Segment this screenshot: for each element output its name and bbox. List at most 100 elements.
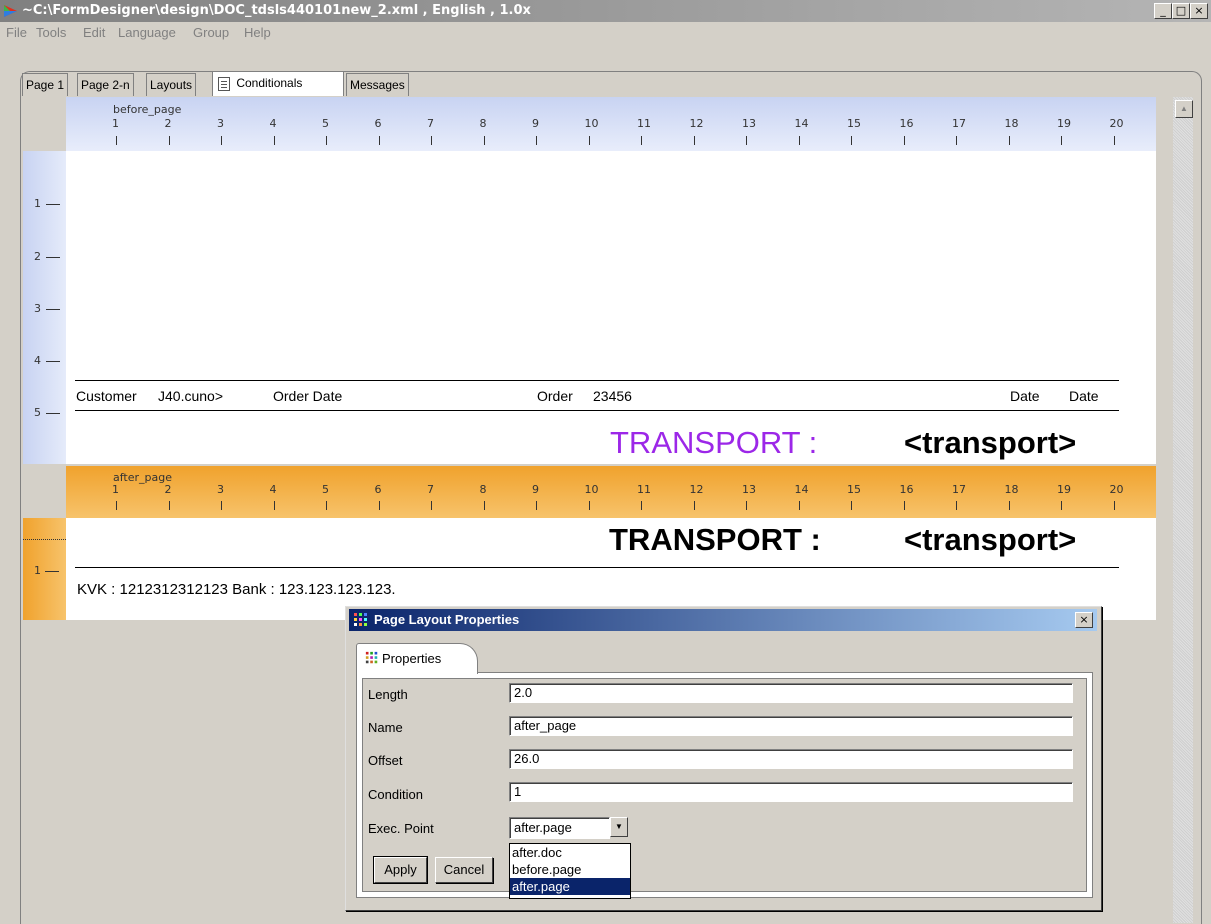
name-input[interactable]: after_page — [509, 716, 1073, 736]
properties-grid-icon — [365, 651, 378, 664]
document-icon — [218, 76, 230, 91]
menu-language[interactable]: Language — [118, 25, 176, 40]
offset-input[interactable]: 26.0 — [509, 749, 1073, 769]
tab-conditionals[interactable]: Conditionals — [212, 71, 344, 96]
field-order-no[interactable]: 23456 — [593, 388, 632, 404]
field-transport-2[interactable]: <transport> — [904, 522, 1076, 558]
length-input[interactable]: 2.0 — [509, 683, 1073, 703]
layout-before-page[interactable]: Customer J40.cuno> Order Date Order 2345… — [66, 151, 1156, 464]
ruler-tick-label: 3 — [217, 117, 224, 130]
ruler-tick-label: 2 — [164, 117, 172, 130]
menu-tools[interactable]: Tools — [36, 25, 66, 40]
ruler-tick-mark — [851, 136, 852, 145]
menu-file[interactable]: File — [6, 25, 27, 40]
cancel-button[interactable]: Cancel — [435, 857, 493, 883]
ruler-tick-label: 11 — [637, 117, 651, 130]
ruler-tick-label: 19 — [1057, 483, 1071, 496]
ruler-tick-label: 5 — [322, 483, 329, 496]
tab-page-2-n[interactable]: Page 2-n — [77, 73, 134, 96]
ruler-tick-mark — [746, 136, 747, 145]
ruler-tick-mark — [221, 501, 222, 510]
maximize-button[interactable]: □ — [1172, 3, 1190, 19]
scroll-up-icon[interactable]: ▲ — [1175, 100, 1193, 118]
chevron-down-icon[interactable]: ▼ — [610, 817, 628, 837]
label-name: Name — [368, 720, 403, 735]
ruler-tick-label: 20 — [1109, 117, 1124, 130]
condition-input[interactable]: 1 — [509, 782, 1073, 802]
ruler-tick-label: 3 — [217, 483, 224, 496]
row-number: 1 — [34, 564, 41, 577]
row-number: 1 — [34, 197, 41, 210]
menu-help[interactable]: Help — [244, 25, 271, 40]
menu-group[interactable]: Group — [193, 25, 229, 40]
row-tick — [46, 413, 60, 414]
label-transport[interactable]: TRANSPORT : — [609, 522, 821, 558]
ruler-tick-mark — [431, 501, 432, 510]
ruler-tick-mark — [693, 501, 695, 510]
ruler-tick-mark — [536, 501, 537, 510]
apply-button[interactable]: Apply — [373, 856, 428, 884]
ruler-tick-label: 1 — [112, 117, 119, 130]
ruler-tick-label: 4 — [269, 117, 277, 130]
option-before-page[interactable]: before.page — [510, 861, 630, 878]
tab-layouts[interactable]: Layouts — [146, 73, 197, 96]
layout-after-page[interactable]: TRANSPORT : <transport> KVK : 1212312312… — [66, 518, 1156, 620]
tab-messages[interactable]: Messages — [346, 73, 409, 96]
layout-name-before-page[interactable]: before_page — [113, 103, 181, 116]
label-order[interactable]: Order — [537, 388, 573, 404]
field-date-1[interactable]: Date — [1010, 388, 1040, 404]
row-number: 3 — [34, 302, 41, 315]
label-customer[interactable]: Customer — [76, 388, 137, 404]
minimize-button[interactable]: _ — [1154, 3, 1172, 19]
ruler-tick-mark — [1008, 501, 1010, 510]
ruler-tick-mark — [1061, 501, 1062, 510]
ruler-tick-label: 18 — [1004, 117, 1019, 130]
layout-name-after-page[interactable]: after_page — [113, 471, 172, 484]
ruler-tick-label: 13 — [742, 483, 756, 496]
label-offset: Offset — [368, 753, 403, 768]
ruler-tick-label: 5 — [322, 117, 329, 130]
exec-point-dropdown: after.doc before.page after.page — [509, 843, 631, 899]
ruler-tick-label: 17 — [952, 117, 966, 130]
close-button[interactable]: × — [1190, 3, 1208, 19]
ruler-tick-label: 6 — [374, 117, 382, 130]
ruler-tick-label: 16 — [899, 483, 914, 496]
ruler-tick-mark — [956, 136, 957, 145]
ruler-tick-mark — [168, 136, 170, 145]
exec-point-select[interactable]: after.page — [509, 817, 610, 839]
ruler-after-page: after_page 1 2 3 4 5 6 7 8 9 10 11 12 13 14 15 16 17 18 19… — [66, 466, 1156, 518]
option-after-doc[interactable]: after.doc — [510, 844, 630, 861]
ruler-tick-label: 12 — [689, 483, 704, 496]
ruler-tick-label: 8 — [479, 483, 487, 496]
menu-bar: File Tools Edit Language Group Help — [0, 22, 1211, 42]
properties-grid-icon — [354, 613, 367, 626]
ruler-tick-mark — [798, 136, 800, 145]
vertical-scrollbar[interactable] — [1173, 97, 1193, 923]
ruler-tick-label: 1 — [112, 483, 119, 496]
label-order-date[interactable]: Order Date — [273, 388, 342, 404]
ruler-tick-label: 12 — [689, 117, 704, 130]
ruler-tick-mark — [1113, 136, 1115, 145]
field-date-2[interactable]: Date — [1069, 388, 1099, 404]
ruler-tick-mark — [326, 136, 327, 145]
rule-footer — [75, 567, 1119, 568]
ruler-tick-label: 8 — [479, 117, 487, 130]
ruler-tick-label: 2 — [164, 483, 172, 496]
label-transport-colored[interactable]: TRANSPORT : — [610, 425, 817, 461]
tab-properties[interactable]: Properties — [356, 643, 478, 674]
label-condition: Condition — [368, 787, 423, 802]
rule-bottom — [75, 410, 1119, 411]
row-number: 4 — [34, 354, 41, 367]
dialog-close-button[interactable]: × — [1075, 612, 1093, 628]
field-transport[interactable]: <transport> — [904, 425, 1076, 461]
field-cuno[interactable]: J40.cuno> — [158, 388, 223, 404]
menu-edit[interactable]: Edit — [83, 25, 105, 40]
ruler-before-page: before_page 1 2 3 4 5 6 7 8 9 10 11 12 13 14 15 16 17 18 1… — [66, 97, 1156, 151]
tab-conditionals-label: Conditionals — [236, 76, 303, 90]
footer-kvk-bank[interactable]: KVK : 1212312312123 Bank : 123.123.123.1… — [77, 581, 396, 598]
option-after-page[interactable]: after.page — [510, 878, 630, 895]
title-bar: ~C:\FormDesigner\design\DOC_tdsls440101n… — [0, 0, 1211, 22]
ruler-tick-mark — [378, 501, 380, 510]
ruler-tick-mark — [588, 136, 590, 145]
tab-page-1[interactable]: Page 1 — [22, 73, 69, 96]
